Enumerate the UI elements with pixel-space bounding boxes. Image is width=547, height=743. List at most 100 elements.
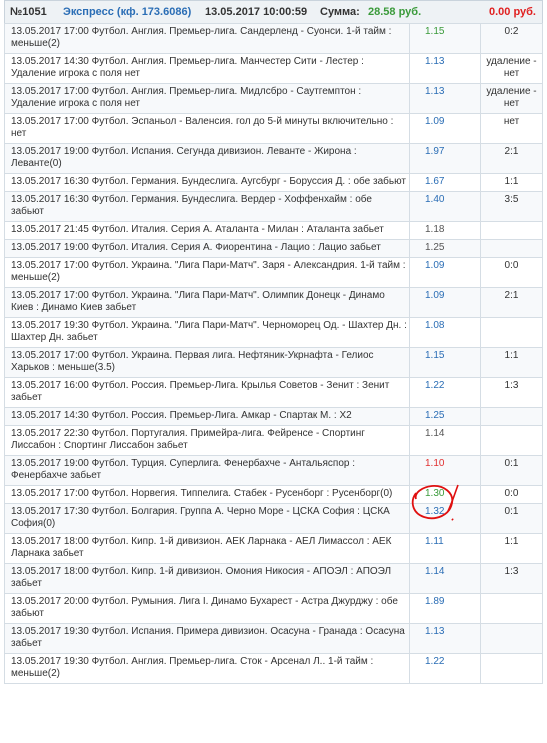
- coef-cell: 1.97: [409, 143, 481, 174]
- table-row: 13.05.2017 17:00 Футбол. Эспаньол - Вале…: [4, 113, 543, 144]
- event-cell: 13.05.2017 19:30 Футбол. Украина. "Лига …: [4, 317, 410, 348]
- coef-cell: 1.89: [409, 593, 481, 624]
- result-cell: 2:1: [480, 287, 543, 318]
- coef-cell: 1.30: [409, 485, 481, 504]
- coef-cell: 1.15: [409, 347, 481, 378]
- result-cell: 0:0: [480, 257, 543, 288]
- result-cell: 2:1: [480, 143, 543, 174]
- table-row: 13.05.2017 16:30 Футбол. Германия. Бунде…: [4, 191, 543, 222]
- event-cell: 13.05.2017 14:30 Футбол. Англия. Премьер…: [4, 53, 410, 84]
- bets-table: 13.05.2017 17:00 Футбол. Англия. Премьер…: [4, 23, 543, 684]
- table-row: 13.05.2017 19:00 Футбол. Италия. Серия А…: [4, 239, 543, 258]
- sum-label: Сумма:: [320, 6, 360, 18]
- event-cell: 13.05.2017 16:30 Футбол. Германия. Бунде…: [4, 191, 410, 222]
- result-cell: 1:1: [480, 173, 543, 192]
- table-row: 13.05.2017 17:00 Футбол. Норвегия. Типпе…: [4, 485, 543, 504]
- result-cell: 1:3: [480, 563, 543, 594]
- event-cell: 13.05.2017 19:00 Футбол. Италия. Серия А…: [4, 239, 410, 258]
- event-cell: 13.05.2017 18:00 Футбол. Кипр. 1-й дивиз…: [4, 563, 410, 594]
- table-row: 13.05.2017 17:00 Футбол. Англия. Премьер…: [4, 83, 543, 114]
- table-row: 13.05.2017 17:00 Футбол. Украина. "Лига …: [4, 287, 543, 318]
- coupon-datetime: 13.05.2017 10:00:59: [205, 6, 308, 18]
- table-row: 13.05.2017 17:00 Футбол. Украина. "Лига …: [4, 257, 543, 288]
- coef-cell: 1.32: [409, 503, 481, 534]
- result-cell: [480, 239, 543, 258]
- sum-value: 28.58 руб.: [368, 6, 422, 18]
- event-cell: 13.05.2017 21:45 Футбол. Италия. Серия А…: [4, 221, 410, 240]
- event-cell: 13.05.2017 18:00 Футбол. Кипр. 1-й дивиз…: [4, 533, 410, 564]
- coef-cell: 1.22: [409, 377, 481, 408]
- event-cell: 13.05.2017 14:30 Футбол. Россия. Премьер…: [4, 407, 410, 426]
- coef-cell: 1.13: [409, 83, 481, 114]
- result-cell: удаление - нет: [480, 53, 543, 84]
- coef-cell: 1.09: [409, 113, 481, 144]
- result-cell: 0:1: [480, 503, 543, 534]
- result-cell: 1:3: [480, 377, 543, 408]
- coef-cell: 1.15: [409, 23, 481, 54]
- table-row: 13.05.2017 16:00 Футбол. Россия. Премьер…: [4, 377, 543, 408]
- table-row: 13.05.2017 21:45 Футбол. Италия. Серия А…: [4, 221, 543, 240]
- table-row: 13.05.2017 17:30 Футбол. Болгария. Групп…: [4, 503, 543, 534]
- event-cell: 13.05.2017 16:30 Футбол. Германия. Бунде…: [4, 173, 410, 192]
- table-row: 13.05.2017 19:30 Футбол. Испания. Пример…: [4, 623, 543, 654]
- coef-cell: 1.40: [409, 191, 481, 222]
- table-row: 13.05.2017 19:30 Футбол. Украина. "Лига …: [4, 317, 543, 348]
- coef-cell: 1.09: [409, 287, 481, 318]
- result-cell: 1:1: [480, 347, 543, 378]
- coef-cell: 1.10: [409, 455, 481, 486]
- express-link[interactable]: Экспресс (кф. 173.6086): [63, 1, 191, 23]
- table-row: 13.05.2017 19:00 Футбол. Турция. Суперли…: [4, 455, 543, 486]
- event-cell: 13.05.2017 17:30 Футбол. Болгария. Групп…: [4, 503, 410, 534]
- event-cell: 13.05.2017 19:00 Футбол. Турция. Суперли…: [4, 455, 410, 486]
- table-row: 13.05.2017 22:30 Футбол. Португалия. При…: [4, 425, 543, 456]
- result-cell: 0:1: [480, 455, 543, 486]
- table-row: 13.05.2017 19:00 Футбол. Испания. Сегунд…: [4, 143, 543, 174]
- bet-coupon: №1051 Экспресс (кф. 173.6086) 13.05.2017…: [4, 0, 543, 684]
- coef-cell: 1.14: [409, 425, 481, 456]
- event-cell: 13.05.2017 19:00 Футбол. Испания. Сегунд…: [4, 143, 410, 174]
- coupon-header: №1051 Экспресс (кф. 173.6086) 13.05.2017…: [4, 0, 543, 23]
- coef-cell: 1.25: [409, 407, 481, 426]
- coef-cell: 1.67: [409, 173, 481, 192]
- event-cell: 13.05.2017 20:00 Футбол. Румыния. Лига I…: [4, 593, 410, 624]
- coef-cell: 1.13: [409, 53, 481, 84]
- result-cell: [480, 593, 543, 624]
- result-cell: [480, 653, 543, 684]
- coupon-number: №1051: [10, 6, 47, 18]
- event-cell: 13.05.2017 19:30 Футбол. Англия. Премьер…: [4, 653, 410, 684]
- table-row: 13.05.2017 14:30 Футбол. Англия. Премьер…: [4, 53, 543, 84]
- event-cell: 13.05.2017 19:30 Футбол. Испания. Пример…: [4, 623, 410, 654]
- result-cell: [480, 623, 543, 654]
- result-cell: 3:5: [480, 191, 543, 222]
- table-row: 13.05.2017 20:00 Футбол. Румыния. Лига I…: [4, 593, 543, 624]
- event-cell: 13.05.2017 17:00 Футбол. Украина. "Лига …: [4, 287, 410, 318]
- win-amount: 0.00 руб.: [488, 6, 536, 18]
- coef-cell: 1.09: [409, 257, 481, 288]
- coef-cell: 1.25: [409, 239, 481, 258]
- event-cell: 13.05.2017 22:30 Футбол. Португалия. При…: [4, 425, 410, 456]
- table-row: 13.05.2017 14:30 Футбол. Россия. Премьер…: [4, 407, 543, 426]
- event-cell: 13.05.2017 17:00 Футбол. Эспаньол - Вале…: [4, 113, 410, 144]
- table-row: 13.05.2017 18:00 Футбол. Кипр. 1-й дивиз…: [4, 563, 543, 594]
- coef-cell: 1.14: [409, 563, 481, 594]
- event-cell: 13.05.2017 17:00 Футбол. Норвегия. Типпе…: [4, 485, 410, 504]
- table-row: 13.05.2017 18:00 Футбол. Кипр. 1-й дивиз…: [4, 533, 543, 564]
- coef-cell: 1.13: [409, 623, 481, 654]
- result-cell: удаление - нет: [480, 83, 543, 114]
- result-cell: [480, 317, 543, 348]
- result-cell: [480, 221, 543, 240]
- result-cell: нет: [480, 113, 543, 144]
- event-cell: 13.05.2017 17:00 Футбол. Украина. "Лига …: [4, 257, 410, 288]
- event-cell: 13.05.2017 17:00 Футбол. Англия. Премьер…: [4, 23, 410, 54]
- table-row: 13.05.2017 16:30 Футбол. Германия. Бунде…: [4, 173, 543, 192]
- coef-cell: 1.08: [409, 317, 481, 348]
- result-cell: 0:2: [480, 23, 543, 54]
- result-cell: 0:0: [480, 485, 543, 504]
- result-cell: [480, 407, 543, 426]
- table-row: 13.05.2017 17:00 Футбол. Украина. Первая…: [4, 347, 543, 378]
- event-cell: 13.05.2017 17:00 Футбол. Украина. Первая…: [4, 347, 410, 378]
- event-cell: 13.05.2017 17:00 Футбол. Англия. Премьер…: [4, 83, 410, 114]
- result-cell: [480, 425, 543, 456]
- table-row: 13.05.2017 19:30 Футбол. Англия. Премьер…: [4, 653, 543, 684]
- result-cell: 1:1: [480, 533, 543, 564]
